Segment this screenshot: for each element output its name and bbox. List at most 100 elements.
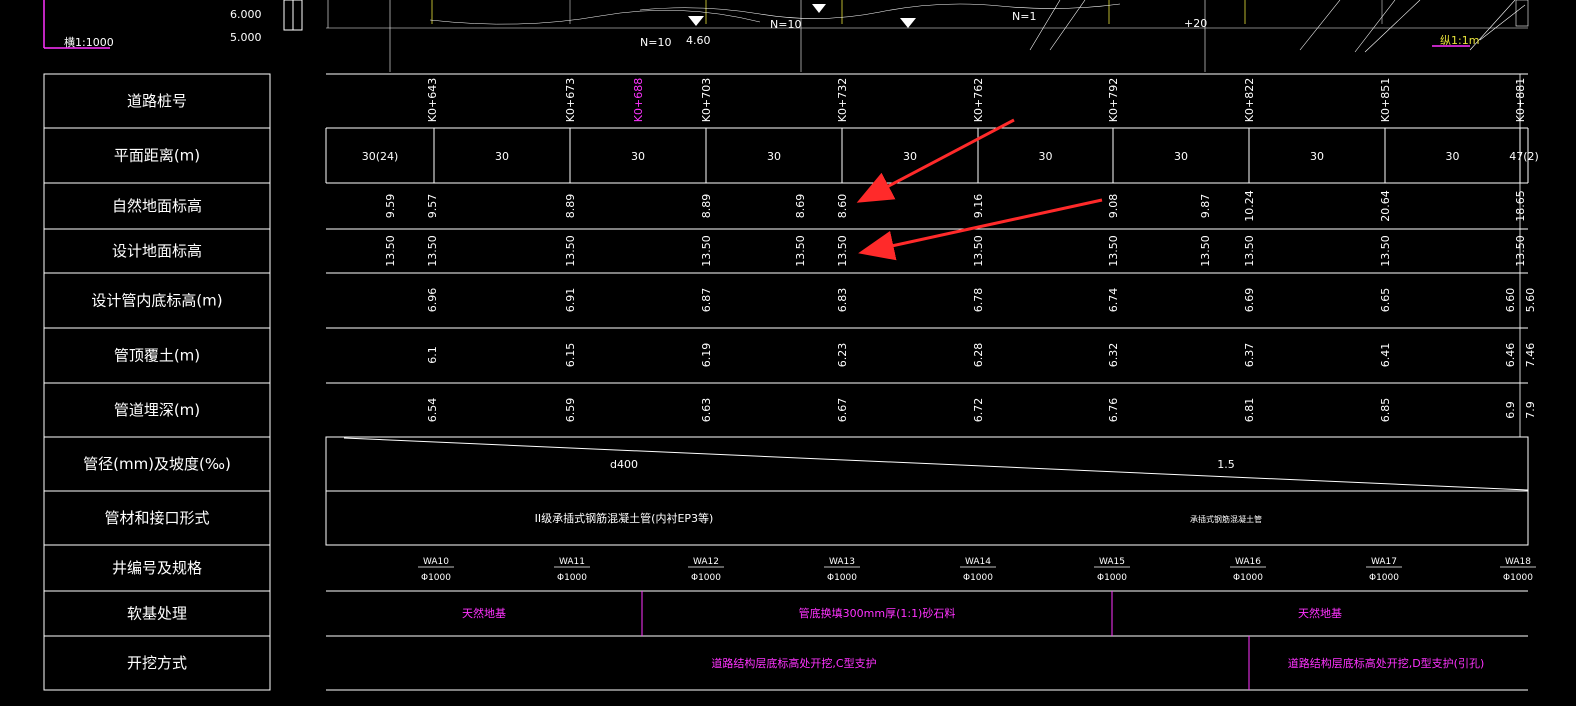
well-id: WA16: [1235, 557, 1261, 567]
soft-base-note: 天然地基: [462, 606, 506, 620]
design-ground-value: 13.50: [1199, 235, 1212, 267]
design-ground-value: 13.50: [426, 235, 439, 267]
design-ground-value: 13.50: [972, 235, 985, 267]
well-spec: Φ1000: [557, 573, 587, 583]
distance-value: 30: [495, 150, 509, 163]
natural-ground-value: 8.89: [564, 194, 577, 219]
pipe-depth-value: 6.67: [836, 398, 849, 423]
natural-ground-value: 8.89: [700, 194, 713, 219]
station-label: K0+732: [836, 78, 849, 122]
well-marker[interactable]: WA14 Φ1000: [960, 557, 996, 583]
material-left: II级承插式钢筋混凝土管(内衬EP3等): [535, 511, 714, 525]
natural-ground-value: 18.65: [1514, 190, 1527, 222]
pipe-slope: 1.5: [1217, 458, 1235, 471]
chainage-note: +20: [1184, 17, 1207, 30]
design-ground-value: 13.50: [1379, 235, 1392, 267]
longitudinal-profile: N=10 4.60 N=10 N=1 +20 纵1:1m: [326, 0, 1529, 72]
design-ground-value: 13.50: [794, 235, 807, 267]
invert-elevation-value: 6.83: [836, 288, 849, 313]
invert-elevation-value: 6.78: [972, 288, 985, 313]
row-label-column: 道路桩号平面距离(m) 自然地面标高设计地面标高设计管内底标高(m) 管顶覆土(m)…: [43, 73, 271, 691]
natural-ground-value: 8.60: [836, 194, 849, 219]
station-label: K0+851: [1379, 78, 1392, 122]
well-spec: Φ1000: [1369, 573, 1399, 583]
well-spec: Φ1000: [963, 573, 993, 583]
well-marker[interactable]: WA15 Φ1000: [1094, 557, 1130, 583]
design-ground-value: 13.50: [1107, 235, 1120, 267]
pipe-depth-value: 6.63: [700, 398, 713, 423]
invert-elevation-value: 6.91: [564, 288, 577, 313]
pipe-cover-value: 6.28: [972, 343, 985, 368]
pipe-depth-value: 6.76: [1107, 398, 1120, 423]
design-ground-value: 13.50: [700, 235, 713, 267]
pipe-depth-value: 6.85: [1379, 398, 1392, 423]
pipe-diameter: d400: [610, 458, 638, 471]
invert-elevation-value: 6.60: [1504, 288, 1517, 313]
well-id: WA13: [829, 557, 855, 567]
row-label: 管径(mm)及坡度(‰): [83, 455, 231, 473]
well-spec: Φ1000: [421, 573, 451, 583]
well-spec: Φ1000: [691, 573, 721, 583]
pipe-cover-value: 6.32: [1107, 343, 1120, 368]
station-label: K0+762: [972, 78, 985, 122]
well-marker[interactable]: WA16 Φ1000: [1230, 557, 1266, 583]
natural-ground-value: 20.64: [1379, 190, 1392, 222]
well-id: WA15: [1099, 557, 1125, 567]
distance-value: 30: [767, 150, 781, 163]
well-id: WA11: [559, 557, 585, 567]
slope-line: [343, 437, 1529, 491]
horizontal-ratio: 横1:1000: [64, 35, 114, 49]
well-spec: Φ1000: [827, 573, 857, 583]
excavation-note-left: 道路结构层底标高处开挖,C型支护: [711, 656, 876, 670]
material-box: [325, 490, 1529, 546]
annotation-arrows: [856, 118, 1103, 261]
well-marker[interactable]: WA13 Φ1000: [824, 557, 860, 583]
natural-ground-value: 9.08: [1107, 194, 1120, 219]
distance-value: 30: [1039, 150, 1053, 163]
invert-elevation-value: 6.74: [1107, 288, 1120, 313]
natural-ground-value: 9.87: [1199, 194, 1212, 219]
pipe-cover-value: 6.1: [426, 346, 439, 364]
elev-note-left: 4.60: [686, 34, 711, 47]
well-id: WA18: [1505, 557, 1531, 567]
natural-ground-value: 9.59: [384, 194, 397, 219]
well-marker[interactable]: WA18 Φ1000: [1500, 557, 1536, 583]
row-label: 平面距离(m): [114, 147, 200, 165]
well-marker[interactable]: WA17 Φ1000: [1366, 557, 1402, 583]
row-label: 管道埋深(m): [114, 401, 200, 419]
row-label: 自然地面标高: [112, 197, 202, 215]
distance-value: 47(2): [1509, 150, 1539, 163]
well-marker[interactable]: WA11 Φ1000: [554, 557, 590, 583]
scale-legend: 6.000 5.000 横1:1000: [43, 0, 303, 49]
pipe-cover-value: 6.15: [564, 343, 577, 368]
distance-value: 30(24): [362, 150, 399, 163]
well-spec: Φ1000: [1233, 573, 1263, 583]
design-ground-value: 13.50: [564, 235, 577, 267]
row-label: 软基处理: [127, 605, 187, 623]
invert-elevation-value: 6.96: [426, 288, 439, 313]
well-spec: Φ1000: [1097, 573, 1127, 583]
natural-ground-value: 10.24: [1243, 190, 1256, 222]
station-label: K0+822: [1243, 78, 1256, 122]
station-label: K0+673: [564, 78, 577, 122]
pipe-cover-value: 6.23: [836, 343, 849, 368]
well-id: WA10: [423, 557, 449, 567]
well-marker[interactable]: WA12 Φ1000: [688, 557, 724, 583]
profile-drawing-canvas[interactable]: 6.000 5.000 横1:1000 N=10 4.60 N=10 N=1 +…: [0, 0, 1576, 706]
vertical-scale-tag: 纵1:1m: [1440, 34, 1479, 47]
design-ground-value: 13.50: [1243, 235, 1256, 267]
design-ground-value: 13.50: [1514, 235, 1527, 267]
station-label: K0+688: [632, 78, 645, 122]
distance-value: 30: [903, 150, 917, 163]
distance-value: 30: [1310, 150, 1324, 163]
profile-data-table: K0+643 K0+673 K0+688 K0+703 K0+732 K0+762 K0+7…: [325, 73, 1539, 691]
invert-elevation-value: 5.60: [1524, 288, 1537, 313]
material-right: 承插式钢筋混凝土管: [1190, 514, 1262, 524]
well-marker[interactable]: WA10 Φ1000: [418, 557, 454, 583]
station-label: K0+792: [1107, 78, 1120, 122]
well-id: WA14: [965, 557, 991, 567]
row-label: 设计地面标高: [112, 242, 202, 260]
n-value-mid: N=10: [770, 18, 801, 31]
well-spec: Φ1000: [1503, 573, 1533, 583]
pipe-cover-value: 6.37: [1243, 343, 1256, 368]
